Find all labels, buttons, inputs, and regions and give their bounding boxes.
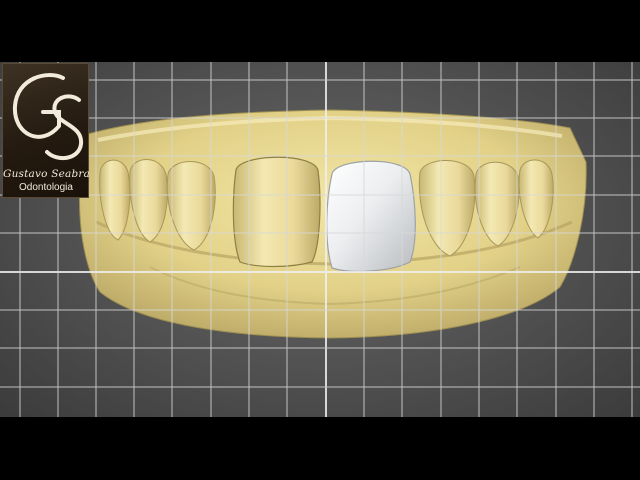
letterbox-top (0, 0, 640, 62)
dental-model[interactable] (79, 109, 587, 339)
tooth-left-central-incisor (232, 156, 321, 268)
scene-svg (0, 62, 640, 417)
letterbox-bottom (0, 417, 640, 480)
brand-logo: Gustavo Seabra Odontologia (2, 63, 91, 198)
logo-name: Gustavo Seabra (3, 168, 91, 180)
3d-viewport[interactable] (0, 62, 640, 417)
gs-monogram-icon (12, 73, 84, 161)
logo-subtitle: Odontologia (19, 182, 73, 193)
